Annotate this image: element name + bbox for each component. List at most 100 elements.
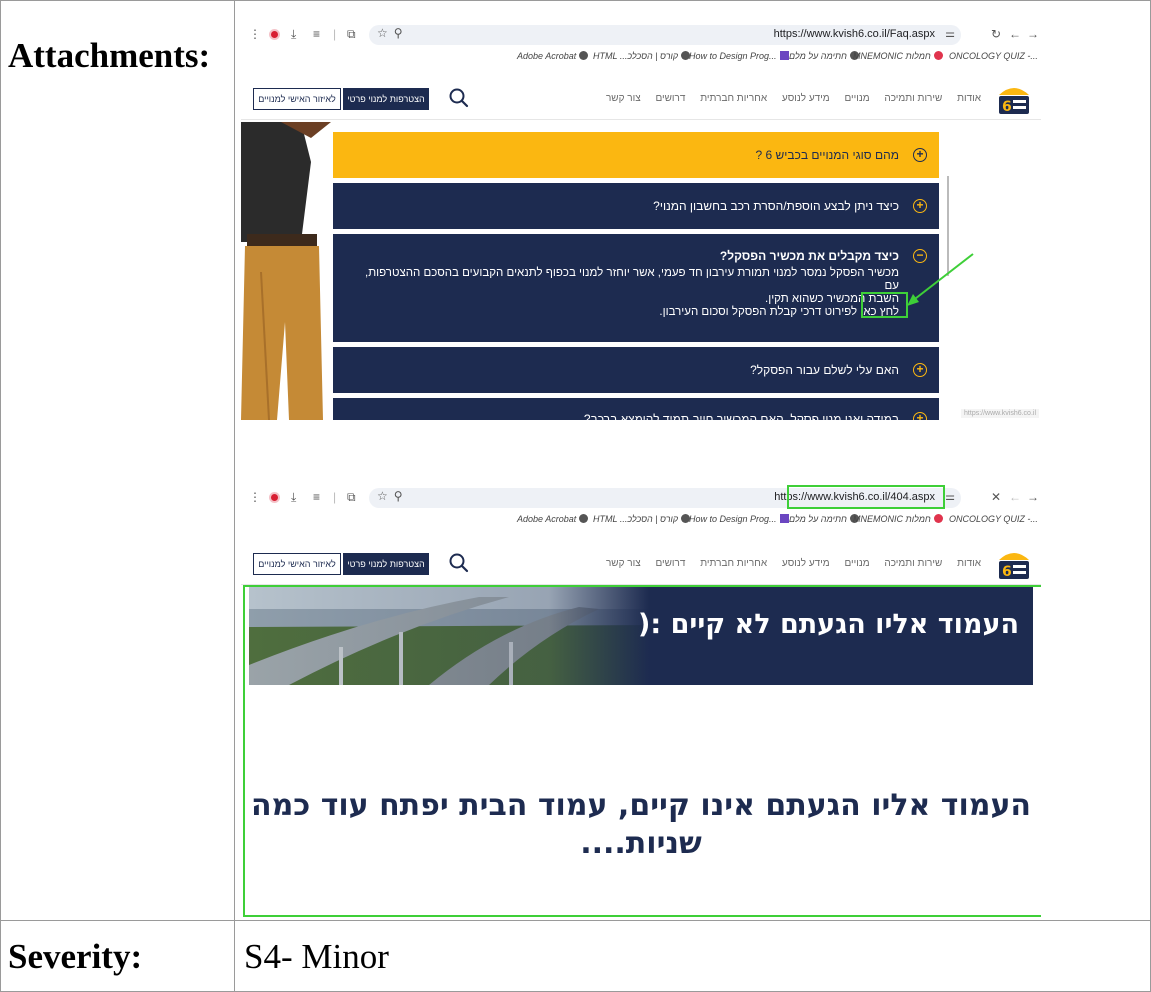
table-border-left — [0, 0, 1, 992]
nav-link-social[interactable]: אחריות חברתית — [700, 558, 767, 569]
star-icon[interactable]: ☆⚲ — [377, 489, 409, 503]
faq-question[interactable]: האם עלי לשלם עבור הפסקל? — [750, 363, 899, 377]
site-settings-icon[interactable]: ⚌ — [945, 490, 955, 503]
green-arrow-icon — [907, 253, 974, 306]
faq-item-1[interactable]: + מהם סוגי המנויים בכביש 6 ? — [333, 132, 939, 178]
bookmark-item[interactable]: Adobe Acrobat — [517, 51, 589, 61]
star-icon[interactable]: ☆⚲ — [377, 26, 409, 40]
faq-item-4[interactable]: + האם עלי לשלם עבור הפסקל? — [333, 347, 939, 393]
highlight-box-url — [787, 485, 945, 509]
nav-link-jobs[interactable]: דרושים — [655, 93, 685, 104]
nav-link-traveler-info[interactable]: מידע לנוסע — [782, 93, 830, 104]
join-subscription-button[interactable]: הצטרפות למנוי פרטי — [343, 553, 429, 575]
expand-plus-icon[interactable]: + — [913, 363, 927, 377]
extensions-icon[interactable]: ⧉ — [347, 27, 356, 41]
bookmark-item[interactable]: How to Design Prog... — [689, 51, 789, 61]
nav-link-traveler-info[interactable]: מידע לנוסע — [782, 558, 830, 569]
nav-link-about[interactable]: אודות — [957, 93, 981, 104]
faq-answer-line: מכשיר הפסקל נמסר למנוי תמורת עירבון חד פ… — [365, 267, 899, 292]
highlight-box-link — [861, 292, 908, 318]
nav-links: אודות שירות ותמיכה מנויים מידע לנוסע אחר… — [594, 558, 981, 569]
highway-photo — [249, 587, 649, 685]
faq-item-5[interactable]: + במידה ואני מנוי פסקל, האם המכשיר חייב … — [333, 398, 939, 420]
forward-arrow-icon[interactable]: → — [1027, 490, 1039, 504]
not-found-message: העמוד אליו הגעתם אינו קיים, עמוד הבית יפ… — [250, 788, 1032, 861]
extensions-icon[interactable]: ⧉ — [347, 490, 356, 504]
kvish6-logo-icon[interactable]: 6 — [997, 548, 1031, 580]
site-nav: 6 אודות שירות ותמיכה מנויים מידע לנוסע א… — [241, 545, 1041, 585]
nav-links: אודות שירות ותמיכה מנויים מידע לנוסע אחר… — [594, 93, 981, 104]
kvish6-logo-icon[interactable]: 6 — [997, 83, 1031, 115]
address-bar[interactable]: ☆⚲ https://www.kvish6.co.il/Faq.aspx ⚌ — [369, 25, 961, 45]
nav-link-contact[interactable]: צור קשר — [606, 93, 641, 104]
bookmark-item[interactable]: MNEMONIC חמלות — [853, 51, 943, 61]
reload-icon[interactable]: ↻ — [991, 27, 1001, 41]
man-photo — [241, 122, 333, 420]
bookmark-item[interactable]: ONCOLOGY QUIZ -... — [949, 514, 1041, 524]
severity-label: Severity: — [8, 937, 143, 976]
faq-question[interactable]: מהם סוגי המנויים בכביש 6 ? — [755, 148, 899, 162]
status-bar-url: https://www.kvish6.co.il — [961, 409, 1039, 418]
bookmark-item[interactable]: ONCOLOGY QUIZ -... — [949, 51, 1041, 61]
bookmarks-bar: Adobe Acrobat HTML ...קורס | הסכלכ How t… — [241, 46, 1041, 68]
playlist-icon[interactable]: ≡ — [313, 490, 320, 504]
nav-link-contact[interactable]: צור קשר — [606, 558, 641, 569]
personal-area-button[interactable]: לאיזור האישי למנויים — [253, 88, 341, 110]
back-arrow-icon[interactable]: ← — [1009, 27, 1021, 41]
search-icon[interactable] — [447, 86, 471, 110]
svg-text:6: 6 — [1002, 99, 1012, 115]
faq-item-3-expanded[interactable]: − כיצד מקבלים את מכשיר הפסקל? מכשיר הפסק… — [333, 234, 939, 342]
faq-question[interactable]: כיצד מקבלים את מכשיר הפסקל? — [720, 249, 899, 263]
nav-link-service[interactable]: שירות ותמיכה — [884, 558, 942, 569]
nav-link-subscriptions[interactable]: מנויים — [844, 93, 869, 104]
bookmark-item[interactable]: HTML ...קורס | הסכלכ — [593, 514, 691, 524]
attachments-label: Attachments: — [8, 36, 211, 75]
faq-page-screenshot: ⋮ ⤓ ≡ | ⧉ ☆⚲ https://www.kvish6.co.il/Fa… — [241, 22, 1041, 420]
toolbar-separator: | — [333, 27, 337, 41]
browser-toolbar: ⋮ ⤓ ≡ | ⧉ ☆⚲ https://www.kvish6.co.il/Fa… — [241, 22, 1041, 46]
faq-item-2[interactable]: + כיצד ניתן לבצע הוספת/הסרת רכב בחשבון ה… — [333, 183, 939, 229]
hero-title: העמוד אליו הגעתם לא קיים :( — [638, 609, 1019, 640]
expand-plus-icon[interactable]: + — [913, 148, 927, 162]
hero-banner: העמוד אליו הגעתם לא קיים :( — [249, 587, 1033, 685]
bookmark-item[interactable]: חתימה על מלם — [789, 514, 859, 524]
faq-question[interactable]: במידה ואני מנוי פסקל, האם המכשיר חייב תמ… — [584, 412, 899, 420]
faq-question[interactable]: כיצד ניתן לבצע הוספת/הסרת רכב בחשבון המנ… — [653, 199, 899, 213]
nav-link-jobs[interactable]: דרושים — [655, 558, 685, 569]
record-icon[interactable] — [269, 29, 280, 40]
faq-answer-line: לפירוט דרכי קבלת הפסקל וסכום העירבון. — [659, 306, 858, 318]
faq-answer-line: השבת המכשיר כשהוא תקין. — [765, 293, 899, 305]
address-url[interactable]: https://www.kvish6.co.il/Faq.aspx — [774, 28, 935, 40]
stop-icon[interactable]: ✕ — [991, 490, 1001, 504]
menu-icon[interactable]: ⋮ — [249, 27, 261, 41]
bookmark-item[interactable]: How to Design Prog... — [689, 514, 789, 524]
site-nav: 6 אודות שירות ותמיכה מנויים מידע לנוסע א… — [241, 80, 1041, 120]
nav-link-subscriptions[interactable]: מנויים — [844, 558, 869, 569]
expand-plus-icon[interactable]: + — [913, 199, 927, 213]
search-icon[interactable] — [447, 551, 471, 575]
back-arrow-icon[interactable]: ← — [1009, 490, 1021, 504]
record-icon[interactable] — [269, 492, 280, 503]
join-subscription-button[interactable]: הצטרפות למנוי פרטי — [343, 88, 429, 110]
forward-arrow-icon[interactable]: → — [1027, 27, 1039, 41]
menu-icon[interactable]: ⋮ — [249, 490, 261, 504]
table-column-divider — [234, 0, 235, 992]
faq-answer: מכשיר הפסקל נמסר למנוי תמורת עירבון חד פ… — [359, 267, 899, 319]
personal-area-button[interactable]: לאיזור האישי למנויים — [253, 553, 341, 575]
expand-plus-icon[interactable]: + — [913, 412, 927, 420]
download-icon[interactable]: ⤓ — [291, 490, 296, 504]
bookmark-item[interactable]: חתימה על מלם — [789, 51, 859, 61]
bookmark-item[interactable]: Adobe Acrobat — [517, 514, 589, 524]
bookmarks-bar: Adobe Acrobat HTML ...קורס | הסכלכ How t… — [241, 509, 1041, 531]
nav-link-about[interactable]: אודות — [957, 558, 981, 569]
table-border-top — [0, 0, 1151, 1]
table-row-divider — [0, 920, 1151, 921]
download-icon[interactable]: ⤓ — [291, 27, 296, 41]
site-settings-icon[interactable]: ⚌ — [945, 27, 955, 40]
nav-link-service[interactable]: שירות ותמיכה — [884, 93, 942, 104]
toolbar-separator: | — [333, 490, 337, 504]
bookmark-item[interactable]: MNEMONIC חמלות — [853, 514, 943, 524]
bookmark-item[interactable]: HTML ...קורס | הסכלכ — [593, 51, 691, 61]
playlist-icon[interactable]: ≡ — [313, 27, 320, 41]
nav-link-social[interactable]: אחריות חברתית — [700, 93, 767, 104]
